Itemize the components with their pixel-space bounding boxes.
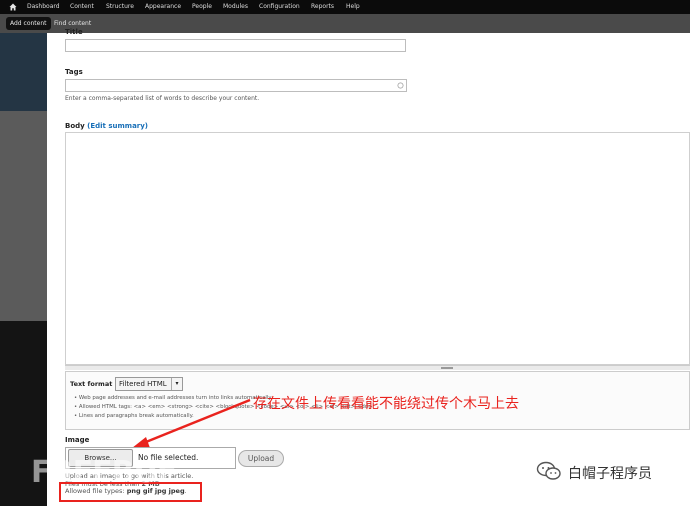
allowed-suffix: . xyxy=(184,487,187,495)
annotation-arrow-icon xyxy=(132,398,251,448)
watermark-right: 白帽子程序员 xyxy=(536,461,652,483)
wechat-icon xyxy=(536,461,561,480)
upload-button[interactable]: Upload xyxy=(238,450,284,467)
watermark-left: FREEBUF xyxy=(31,455,177,490)
watermark-right-text: 白帽子程序员 xyxy=(568,466,652,482)
image-label: Image xyxy=(65,436,90,444)
